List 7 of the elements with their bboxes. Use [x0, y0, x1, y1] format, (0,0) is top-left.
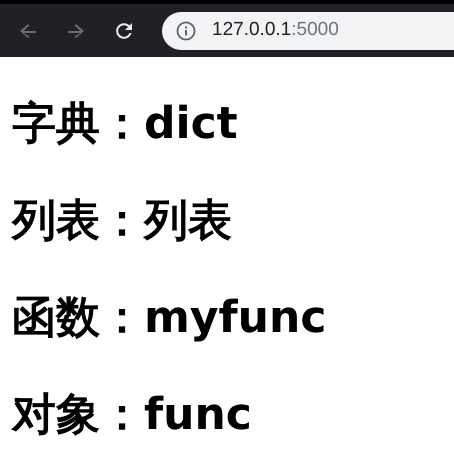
heading: 对象：func	[12, 388, 253, 442]
heading: 字典：dict	[12, 97, 239, 151]
address-bar[interactable]: 127.0.0.1:5000	[162, 12, 454, 50]
heading: 函数：myfunc	[12, 291, 328, 345]
url-text: 127.0.0.1:5000	[212, 18, 339, 42]
heading: 列表：列表	[12, 194, 233, 248]
info-icon	[176, 20, 196, 40]
